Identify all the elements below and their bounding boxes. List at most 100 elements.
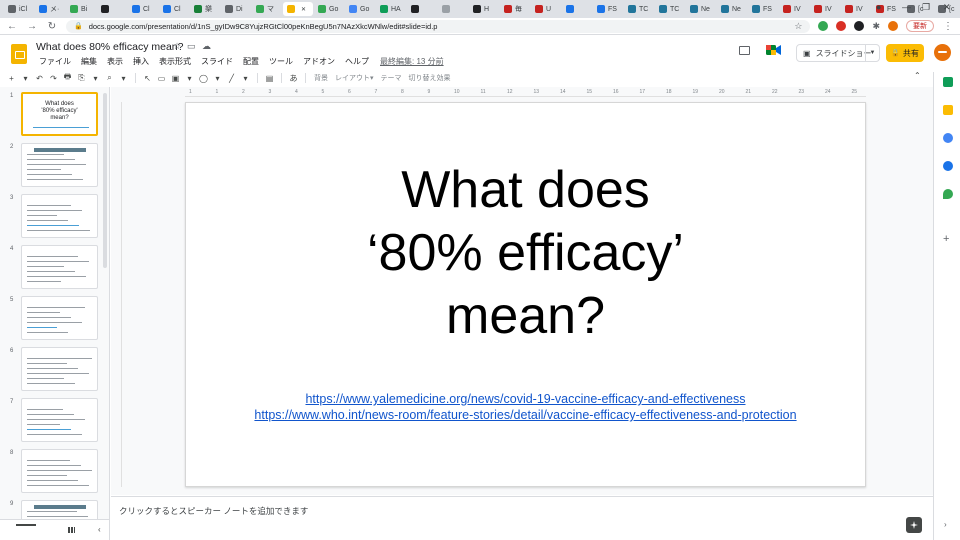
new-slide-icon[interactable]: + [6, 74, 17, 83]
browser-tab[interactable] [97, 2, 127, 16]
transition-button[interactable]: 切り替え効果 [407, 73, 453, 83]
menu-item[interactable]: 挿入 [128, 56, 154, 67]
back-icon[interactable]: ← [6, 21, 18, 32]
browser-tab[interactable]: Ne [717, 2, 747, 16]
background-button[interactable]: 背景 [312, 73, 330, 83]
minimize-icon[interactable]: — [902, 2, 911, 12]
sheets-icon[interactable] [943, 77, 953, 87]
print-icon[interactable]: 🖶 [62, 71, 73, 85]
input-tools-icon[interactable]: あ [288, 73, 299, 84]
list-view-icon[interactable] [16, 524, 36, 526]
maps-icon[interactable] [943, 189, 953, 199]
keep-icon[interactable] [943, 105, 953, 115]
browser-tab[interactable]: マ [252, 2, 282, 16]
slide-thumbnail[interactable] [21, 398, 98, 442]
extension-icon[interactable] [818, 21, 829, 31]
browser-tab[interactable]: ✕ [283, 2, 313, 16]
slide-thumbnail[interactable] [21, 500, 98, 519]
browser-tab[interactable]: Cl [128, 2, 158, 16]
text-box-icon[interactable]: ▭ [156, 74, 167, 83]
move-folder-icon[interactable]: ▭ [187, 41, 196, 52]
browser-tab[interactable] [562, 2, 592, 16]
browser-tab[interactable]: U [531, 2, 561, 16]
maximize-icon[interactable]: ❐ [922, 2, 930, 13]
slide-canvas[interactable]: What does ‘80% efficacy’ mean? https://w… [185, 102, 866, 487]
zoom-dropdown-icon[interactable]: ▾ [118, 74, 129, 83]
browser-tab[interactable]: HA [376, 2, 406, 16]
image-icon[interactable]: ▣ [170, 74, 181, 83]
line-icon[interactable]: ╱ [226, 74, 237, 83]
menu-item[interactable]: ファイル [34, 56, 76, 67]
profile-icon[interactable]: ● [876, 2, 881, 12]
menu-item[interactable]: アドオン [298, 56, 340, 67]
browser-tab[interactable]: IV [779, 2, 809, 16]
line-dropdown-icon[interactable]: ▾ [240, 74, 251, 83]
last-edit-link[interactable]: 最終編集: 13 分前 [374, 56, 449, 67]
meet-icon[interactable] [766, 44, 782, 56]
contacts-icon[interactable] [943, 161, 953, 171]
reload-icon[interactable]: ↻ [46, 21, 58, 32]
puzzle-icon[interactable]: ✱ [872, 21, 880, 32]
slideshow-button[interactable]: ▣ スライドショー ▼ [796, 44, 880, 62]
forward-icon[interactable]: → [26, 21, 38, 32]
menu-item[interactable]: 表示 [102, 56, 128, 67]
close-window-icon[interactable]: ✕ [943, 2, 951, 13]
extension-icon[interactable] [854, 21, 865, 31]
slide-thumbnail[interactable] [21, 296, 98, 340]
url-field[interactable]: 🔒 docs.google.com/presentation/d/1nS_gyI… [66, 19, 811, 33]
browser-tab[interactable]: Go [314, 2, 344, 16]
layout-button[interactable]: レイアウト▾ [333, 73, 376, 83]
close-tab-icon[interactable]: ✕ [301, 6, 306, 13]
star-icon[interactable]: ☆ [173, 41, 181, 52]
browser-tab[interactable]: メ· [35, 2, 65, 16]
chevron-up-icon[interactable]: ⌃ [914, 71, 921, 80]
browser-tab[interactable]: TC [655, 2, 685, 16]
browser-tab[interactable]: H [469, 2, 499, 16]
paint-format-icon[interactable]: ⎘ [76, 73, 87, 83]
undo-icon[interactable]: ↶ [34, 74, 45, 83]
browser-tab[interactable]: FS [748, 2, 778, 16]
slides-logo-icon[interactable] [11, 44, 27, 64]
comment-history-icon[interactable] [739, 46, 750, 55]
shape-icon[interactable]: ◯ [198, 74, 209, 83]
user-avatar-icon[interactable] [888, 21, 898, 31]
browser-tab[interactable]: TC [624, 2, 654, 16]
theme-button[interactable]: テーマ [379, 73, 404, 83]
browser-tab[interactable]: Ne [686, 2, 716, 16]
chevron-down-icon[interactable]: ▼ [865, 45, 879, 61]
document-title[interactable]: What does 80% efficacy mean? [36, 41, 183, 53]
browser-menu-icon[interactable]: ⋮ [942, 21, 954, 32]
cloud-status-icon[interactable]: ☁ [202, 41, 211, 52]
browser-tab[interactable] [407, 2, 437, 16]
tasks-icon[interactable] [943, 133, 953, 143]
browser-tab[interactable]: Di [221, 2, 251, 16]
slide-thumbnail[interactable] [21, 449, 98, 493]
who-link[interactable]: https://www.who.int/news-room/feature-st… [186, 407, 865, 423]
menu-item[interactable]: 編集 [76, 56, 102, 67]
horizontal-ruler[interactable]: 1 1 2 3 4 5 6 7 8 9 10 11 12 13 14 15 16 17 18 19 20 21 22 23 24… [185, 88, 866, 97]
slide-thumbnail[interactable] [21, 194, 98, 238]
explore-icon[interactable] [906, 517, 922, 533]
speaker-notes[interactable]: クリックするとスピーカー ノートを追加できます [111, 496, 933, 540]
browser-tab[interactable]: IV [841, 2, 871, 16]
bookmark-star-icon[interactable]: ☆ [794, 21, 802, 32]
share-button[interactable]: 🔒 共有 [886, 44, 924, 62]
slide-thumbnail[interactable] [21, 143, 98, 187]
menu-item[interactable]: ツール [264, 56, 298, 67]
chevron-left-icon[interactable]: ‹ [98, 525, 101, 534]
vertical-ruler[interactable] [114, 102, 122, 487]
browser-tab[interactable]: Cl [159, 2, 189, 16]
menu-item[interactable]: スライド [196, 56, 238, 67]
browser-tab[interactable]: 毎 [500, 2, 530, 16]
shape-dropdown-icon[interactable]: ▾ [212, 74, 223, 83]
update-button[interactable]: 要新 [906, 20, 934, 32]
browser-tab[interactable]: 樂 [190, 2, 220, 16]
chevron-right-icon[interactable]: › [944, 520, 947, 529]
account-avatar[interactable] [934, 44, 951, 61]
new-slide-dropdown-icon[interactable]: ▾ [20, 74, 31, 83]
menu-item[interactable]: 表示形式 [154, 56, 196, 67]
image-dropdown-icon[interactable]: ▾ [184, 74, 195, 83]
zoom-dropdown-icon[interactable]: ▾ [90, 74, 101, 83]
browser-tab[interactable]: Bi [66, 2, 96, 16]
comment-icon[interactable]: ▤ [264, 74, 275, 83]
